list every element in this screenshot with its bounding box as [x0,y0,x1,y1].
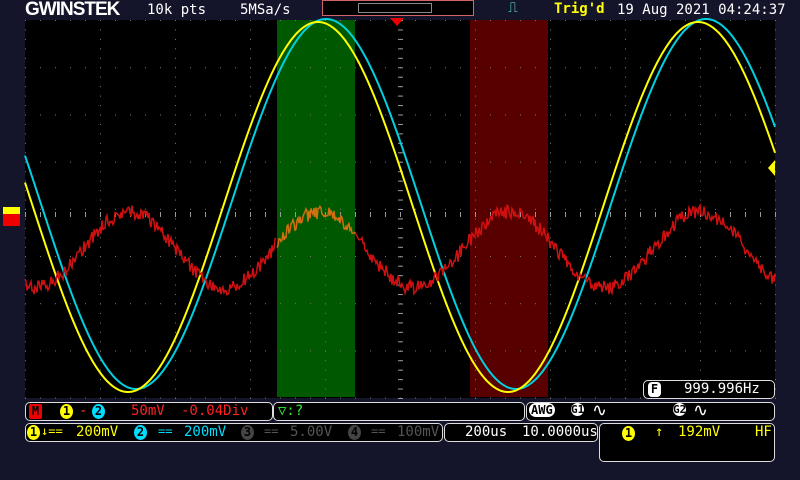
math-label: M [29,404,42,419]
ch3-badge[interactable]: 3 [241,425,254,440]
ch4-badge[interactable]: 4 [348,425,361,440]
rising-edge-icon: ↑ [655,424,664,440]
ch1-badge[interactable]: 1 [27,425,40,440]
frequency-label: F [648,382,661,397]
trigger-info[interactable]: 1 ↑ 192mV HF [599,423,775,462]
ch1-coupling: ↓== [41,424,63,438]
ch1-level-marker[interactable] [3,207,20,215]
math-source1: 1 [60,404,73,419]
awg-g2-label: G2 [673,403,687,416]
ch2-coupling: == [158,424,173,438]
channel-info[interactable]: 1 ↓== 200mV 2 == 200mV 3 == 5.00V 4 == 1… [25,423,443,442]
trigger-source-badge: 1 [622,426,635,441]
bus-text: ▽:? [278,403,304,419]
math-operator: - [79,403,88,419]
timebase-position: 10.0000us [522,424,598,440]
ch4-coupling: == [371,424,386,438]
timebase-info[interactable]: 200us 10.0000us [444,423,598,442]
awg-info[interactable]: AWG G1 ∿ G2 ∿ [526,400,775,421]
sine-icon: ∿ [693,400,709,421]
ch2-scale: 200mV [184,424,227,440]
timebase-scale: 200us [465,424,508,440]
frequency-counter: F 999.996Hz [643,380,775,399]
frequency-value: 999.996Hz [684,381,760,397]
ch4-scale: 100mV [397,424,440,440]
bus-info[interactable]: ▽:? [273,402,525,421]
trigger-coupling: HF [755,424,772,440]
math-info[interactable]: M 1 - 2 50mV -0.04Div [25,402,273,421]
ch3-scale: 5.00V [290,424,333,440]
sine-icon: ∿ [592,400,608,421]
awg-g1-label: G1 [571,403,585,416]
math-level-marker[interactable] [3,214,20,226]
awg-label: AWG [529,403,555,417]
ch2-badge[interactable]: 2 [134,425,147,440]
math-source2: 2 [92,404,105,419]
ch3-coupling: == [264,424,279,438]
ch1-scale: 200mV [76,424,119,440]
math-scale: 50mV [131,403,165,419]
math-offset: -0.04Div [181,403,249,419]
trigger-level: 192mV [678,424,721,440]
